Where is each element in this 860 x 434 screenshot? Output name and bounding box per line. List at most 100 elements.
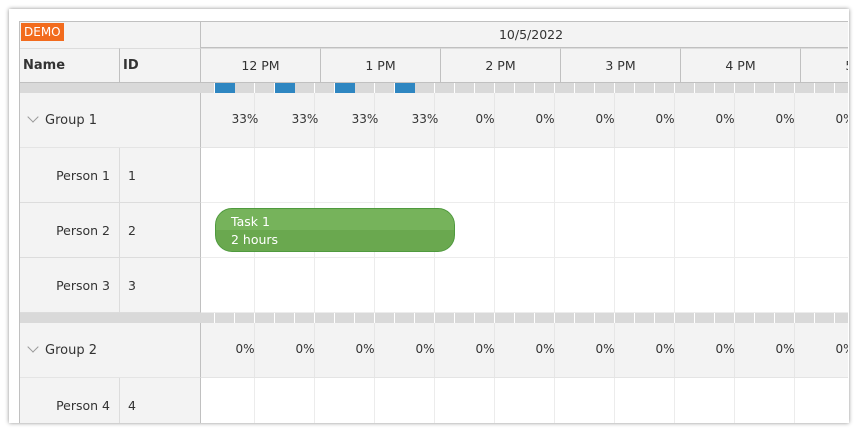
resource-id: 3 xyxy=(120,258,201,313)
time-slot xyxy=(255,378,315,423)
time-slot xyxy=(555,258,615,312)
resource-row-3[interactable] xyxy=(201,258,848,313)
time-slot xyxy=(375,148,435,202)
load-percent: 0% xyxy=(235,342,255,356)
time-slot xyxy=(435,148,495,202)
tick xyxy=(775,313,795,323)
tick xyxy=(675,83,695,93)
tick xyxy=(835,313,848,323)
load-bar xyxy=(335,83,355,93)
tick xyxy=(535,313,555,323)
tick xyxy=(195,313,215,323)
tick xyxy=(695,83,715,93)
time-slot xyxy=(555,378,615,423)
time-slot xyxy=(195,148,255,202)
tick xyxy=(315,83,335,93)
load-percent: 0% xyxy=(775,342,795,356)
tick xyxy=(375,83,395,93)
load-percent: 0% xyxy=(475,112,495,126)
time-slot xyxy=(555,148,615,202)
tick xyxy=(495,83,515,93)
time-slot xyxy=(675,258,735,312)
tick xyxy=(195,83,215,93)
time-slot xyxy=(675,203,735,257)
load-percent: 0% xyxy=(415,342,435,356)
column-header-id[interactable]: ID xyxy=(120,48,201,83)
tick xyxy=(555,83,575,93)
chevron-down-icon[interactable] xyxy=(27,111,39,123)
resource-name[interactable]: Person 1 xyxy=(20,148,120,203)
time-slot xyxy=(495,203,555,257)
column-header-name[interactable]: Name xyxy=(20,48,120,83)
load-percent: 0% xyxy=(655,112,675,126)
hour-header: 12 PM xyxy=(201,48,321,83)
tick xyxy=(335,313,355,323)
tick xyxy=(255,83,275,93)
tick xyxy=(575,313,595,323)
tick xyxy=(535,83,555,93)
tick xyxy=(735,313,755,323)
tick xyxy=(835,83,848,93)
tick xyxy=(615,83,635,93)
tick xyxy=(795,83,815,93)
resource-row-1[interactable] xyxy=(201,148,848,203)
tick xyxy=(735,83,755,93)
tick xyxy=(635,83,655,93)
load-percent: 33% xyxy=(231,112,259,126)
tick xyxy=(595,313,615,323)
tick xyxy=(715,313,735,323)
time-slot xyxy=(675,148,735,202)
time-slot xyxy=(735,203,795,257)
tick xyxy=(495,313,515,323)
load-percent: 0% xyxy=(715,342,735,356)
tick xyxy=(575,83,595,93)
time-slot xyxy=(495,378,555,423)
resource-id: 1 xyxy=(120,148,201,203)
resource-name[interactable]: Person 3 xyxy=(20,258,120,313)
tick xyxy=(515,313,535,323)
tick xyxy=(775,83,795,93)
time-slot xyxy=(795,203,848,257)
time-slot xyxy=(675,378,735,423)
hour-header: 1 PM xyxy=(321,48,441,83)
task-event[interactable]: Task 1 2 hours xyxy=(215,208,455,252)
load-percent: 0% xyxy=(655,342,675,356)
time-slot xyxy=(735,378,795,423)
time-slot xyxy=(195,378,255,423)
group-row-2[interactable]: Group 2 xyxy=(20,323,201,378)
tick xyxy=(515,83,535,93)
time-slot xyxy=(495,258,555,312)
chevron-down-icon[interactable] xyxy=(27,341,39,353)
time-slot xyxy=(615,258,675,312)
tick xyxy=(295,83,315,93)
tick xyxy=(275,313,295,323)
resource-row-4[interactable] xyxy=(201,378,848,423)
group-row-1[interactable]: Group 1 xyxy=(20,93,201,148)
separator-left xyxy=(20,83,201,93)
resource-name[interactable]: Person 4 xyxy=(20,378,120,423)
time-slot xyxy=(615,148,675,202)
tick xyxy=(455,313,475,323)
tick xyxy=(635,313,655,323)
tick xyxy=(355,313,375,323)
tick xyxy=(795,313,815,323)
tick xyxy=(475,313,495,323)
tick xyxy=(815,83,835,93)
tick xyxy=(595,83,615,93)
scheduler-frame: DEMO Name ID 10/5/2022 12 PM 1 PM 2 PM 3 PM… xyxy=(9,9,849,423)
time-slot xyxy=(795,148,848,202)
time-slot xyxy=(795,378,848,423)
tick xyxy=(455,83,475,93)
time-slot xyxy=(555,203,615,257)
load-percent: 0% xyxy=(595,112,615,126)
time-slot xyxy=(315,378,375,423)
tick xyxy=(475,83,495,93)
separator-left xyxy=(20,313,201,323)
tick xyxy=(395,313,415,323)
tick xyxy=(815,313,835,323)
group-name: Group 2 xyxy=(45,342,97,358)
resource-name[interactable]: Person 2 xyxy=(20,203,120,258)
time-slot xyxy=(795,258,848,312)
hours-header: 12 PM1 PM2 PM3 PM4 PM5 PM xyxy=(201,48,848,83)
tick xyxy=(715,83,735,93)
